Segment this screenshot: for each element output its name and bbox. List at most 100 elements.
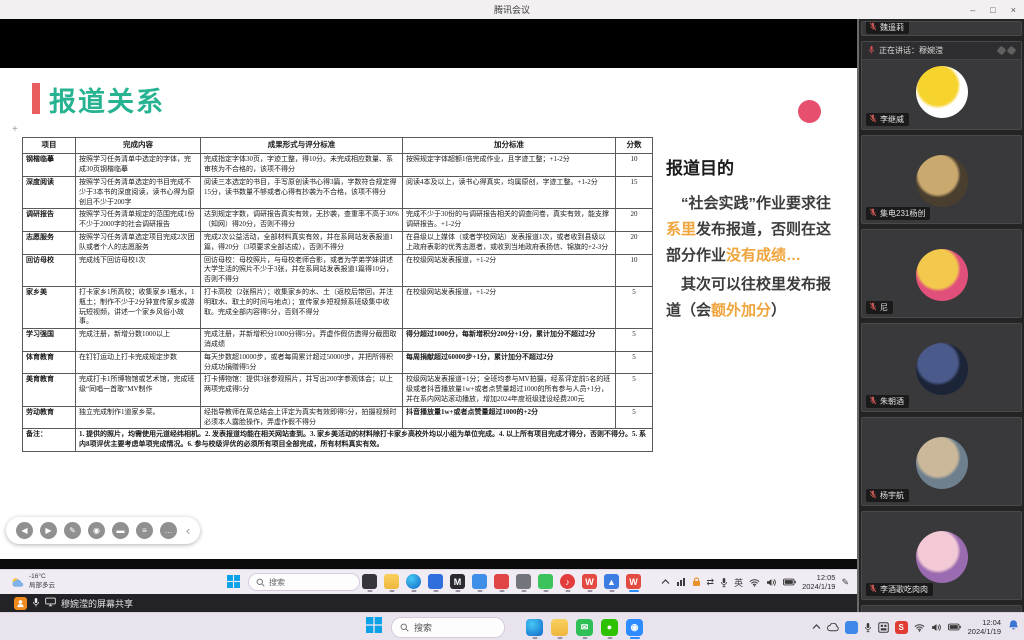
cell-score: 5 (616, 329, 653, 352)
applause-icon[interactable] (1007, 46, 1017, 56)
photos-app-icon[interactable]: ▲ (604, 574, 619, 589)
cell-score: 20 (616, 232, 653, 255)
participant-tile[interactable]: 集电231杨创 (861, 135, 1022, 224)
participant-tile[interactable]: 正在讲话：穆婉滢李继威 (861, 41, 1022, 130)
search-box[interactable]: 搜索 (391, 617, 505, 638)
search-box-shared[interactable]: 搜索 (248, 573, 360, 591)
report-table-body: 钢楷临摹按照学习任务清单中选定的字体，完成30页钢楷临摹完成指定字体30页，字迹… (23, 154, 653, 452)
wechat-icon[interactable]: ● (601, 619, 618, 636)
next-slide-button[interactable]: ▶ (40, 522, 57, 539)
green-app-icon[interactable] (538, 574, 553, 589)
weather-widget[interactable]: -16°C 局部多云 (10, 573, 55, 590)
volume-icon[interactable] (931, 623, 942, 632)
ime-language-indicator[interactable]: 英 (734, 576, 743, 589)
tencent-meeting-icon[interactable]: ◉ (626, 619, 643, 636)
table-row: 家乡美打卡家乡1所高校；收集家乡1瓶水，1瓶土；制作不少于2分钟宣传家乡或游玩短… (23, 286, 653, 328)
table-row: 回访母校完成线下回访母校1次回访母校：母校照片，与母校老师合影，或者为学弟学妹讲… (23, 254, 653, 286)
header-bonus: 加分标准 (403, 137, 616, 154)
tray-expand-icon[interactable] (661, 579, 670, 585)
table-anchor-icon[interactable]: + (12, 124, 18, 135)
settings-gear-icon[interactable] (516, 574, 531, 589)
avatar (916, 155, 968, 207)
microphone-icon[interactable] (864, 622, 872, 633)
participant-tile[interactable]: 魏遥莉 (861, 21, 1022, 36)
cloud-tray-icon[interactable] (827, 623, 839, 632)
prev-slide-button[interactable]: ◀ (16, 522, 33, 539)
cell-content: 按照学习任务清单规定的范围完成1份不少于2000字的社会调研报告 (76, 209, 201, 232)
slide-panel-button[interactable]: ▬ (112, 522, 129, 539)
file-explorer-icon[interactable] (384, 574, 399, 589)
top-black-band (0, 19, 857, 68)
pen-annotate-button[interactable]: ✎ (64, 522, 81, 539)
cell-standard: 阅读三本选定的书目，手写原创读书心得3篇，字数符合规定得15分，读书数量不够或者… (201, 177, 403, 209)
table-row: 体育教育在钉钉运动上打卡完成规定步数每天步数超10000步，或者每周累计超过50… (23, 351, 653, 374)
chart-tray-icon[interactable] (676, 577, 686, 587)
store-app-icon[interactable] (428, 574, 443, 589)
highlight-text: 没有成绩… (726, 247, 801, 264)
participant-name-badge: 李继威 (866, 113, 909, 126)
maximize-button[interactable]: □ (990, 5, 995, 15)
participant-name-badge: 朱朝酒 (866, 395, 909, 408)
aside-paragraph-2: 其次可以往校里发布报道（会额外加分） (666, 272, 834, 324)
mail-app-icon[interactable]: ✉ (576, 619, 593, 636)
netease-music-icon[interactable]: ♪ (560, 574, 575, 589)
edge-browser-icon[interactable] (526, 619, 543, 636)
ime-keyboard-icon[interactable] (878, 622, 889, 633)
laser-pointer-button[interactable]: ◉ (88, 522, 105, 539)
wifi-icon[interactable] (914, 623, 925, 632)
edge-browser-icon[interactable] (406, 574, 421, 589)
pen-tray-icon[interactable]: ✎ (841, 577, 849, 588)
wifi-icon[interactable] (749, 578, 760, 587)
wps-doc-icon[interactable]: W (626, 574, 641, 589)
clock[interactable]: 12:04 2024/1/19 (968, 618, 1001, 637)
cell-standard: 打卡高校（2张照片）；收集家乡的水、土（返校后带回，并注明取水、取土的时间与地点… (201, 286, 403, 328)
minimize-button[interactable]: – (970, 5, 975, 15)
remark-label: 备注： (23, 429, 76, 452)
participant-tile[interactable]: 朱朝酒 (861, 323, 1022, 412)
cloud-app-icon[interactable] (472, 574, 487, 589)
clock-shared[interactable]: 12:05 2024/1/19 (802, 573, 835, 592)
sync-arrows-icon[interactable]: ⇄ (707, 577, 715, 588)
microphone-icon[interactable] (720, 577, 728, 588)
laptop-app-icon[interactable] (362, 574, 377, 589)
red-app-icon[interactable] (494, 574, 509, 589)
applause-icon[interactable] (997, 46, 1007, 56)
cell-bonus: 在校级网站发表报道，+1-2分 (403, 286, 616, 328)
comment-button[interactable]: ≡ (136, 522, 153, 539)
volume-icon[interactable] (766, 578, 777, 587)
cell-bonus: 得分超过1000分，每新增积分200分+1分，累计加分不超过2分 (403, 329, 616, 352)
cell-score: 10 (616, 154, 653, 177)
m-app-icon[interactable]: M (450, 574, 465, 589)
wps-app-icon[interactable]: W (582, 574, 597, 589)
battery-icon[interactable] (783, 578, 796, 586)
start-button-shared[interactable] (227, 575, 240, 593)
header-item: 项目 (23, 137, 76, 154)
participant-name: 李酒歌吃肉肉 (880, 584, 928, 595)
cell-score: 10 (616, 254, 653, 286)
sogou-s-icon[interactable]: S (895, 621, 908, 634)
cell-score: 5 (616, 351, 653, 374)
collapse-toolbar-button[interactable]: ‹ (186, 523, 190, 538)
participant-tile[interactable]: 李酒歌吃肉肉 (861, 511, 1022, 600)
participant-tile[interactable]: 尼 (861, 229, 1022, 318)
clock-date: 2024/1/19 (968, 627, 1001, 636)
start-button[interactable] (366, 617, 382, 638)
more-options-button[interactable]: … (160, 522, 177, 539)
notification-bell-icon[interactable] (1008, 618, 1019, 636)
table-remark-row: 备注：1. 提供的照片，均需使用元道经纬相机。2. 发表报道均能在相关网站查到。… (23, 429, 653, 452)
participant-name: 杨宇航 (880, 490, 904, 501)
security-lock-icon[interactable] (692, 577, 701, 587)
close-button[interactable]: × (1011, 5, 1016, 15)
tray-expand-icon[interactable] (812, 624, 821, 630)
applause-icons[interactable] (995, 47, 1015, 54)
cell-bonus: 在县级以上媒体（或者学校网站）发表报道1次，或者收到县级以上政府表彰的优秀志愿者… (403, 232, 616, 255)
battery-icon[interactable] (948, 623, 961, 631)
file-explorer-icon[interactable] (551, 619, 568, 636)
meeting-tray-icon[interactable] (845, 621, 858, 634)
participant-tile[interactable]: 杨宇航 (861, 417, 1022, 506)
search-icon (400, 623, 409, 632)
participant-name-badge: 李酒歌吃肉肉 (866, 583, 933, 596)
bottom-black-band (0, 559, 857, 569)
sharer-avatar-icon (14, 597, 27, 610)
cell-content: 完成打卡1所博物馆或艺术馆，完成班级“同唱一首歌”MV制作 (76, 374, 201, 406)
